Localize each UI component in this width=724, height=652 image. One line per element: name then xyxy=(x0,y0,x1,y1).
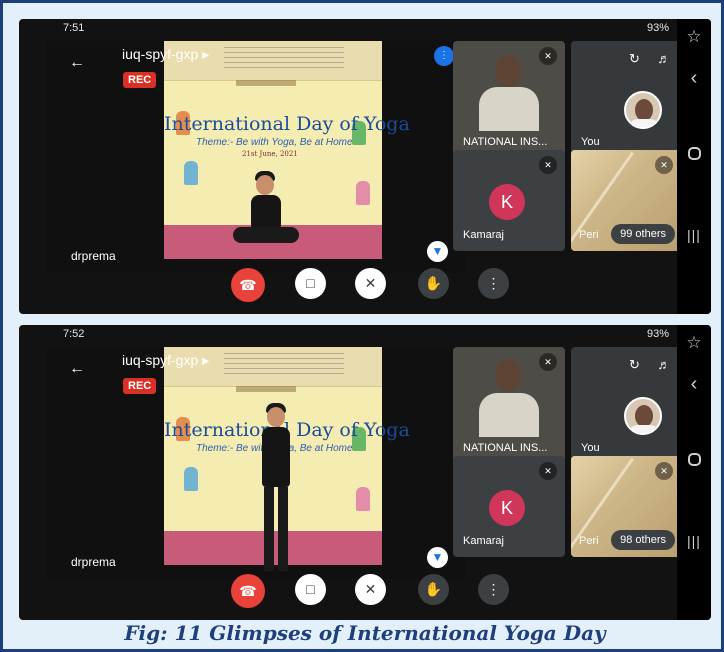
participant-tile-others[interactable]: ✕ Peri 98 others xyxy=(571,456,681,557)
call-controls: ☎ □ ✕ ✋ ⋮ xyxy=(19,568,677,620)
self-controls: ↻ ♬ xyxy=(629,357,671,373)
status-time: 7:51 xyxy=(63,22,85,34)
avatar: K xyxy=(489,184,525,220)
yoga-figure xyxy=(356,487,370,511)
nav-home-icon[interactable] xyxy=(677,453,711,470)
participant-name: You xyxy=(581,442,600,454)
mic-off-icon: ✕ xyxy=(655,462,673,480)
main-video-tile[interactable]: International Day of Yoga Theme:- Be wit… xyxy=(46,41,466,273)
avatar xyxy=(624,91,662,129)
yoga-figure xyxy=(184,161,198,185)
speaking-indicator-icon: ⋮ xyxy=(434,46,454,66)
participant-tile-kamaraj[interactable]: ✕ K Kamaraj xyxy=(453,150,565,251)
hand-icon[interactable]: ✋ xyxy=(418,268,449,299)
yoga-figure xyxy=(356,181,370,205)
volume-icon[interactable]: ♬ xyxy=(658,51,671,66)
pin-icon[interactable]: ▼ xyxy=(427,547,448,568)
nav-recents-icon[interactable]: ||| xyxy=(677,533,711,549)
volume-icon[interactable]: ♬ xyxy=(658,357,671,372)
others-count-badge[interactable]: 98 others xyxy=(611,530,675,550)
meet-screenshot-2: 7:52 93% International Day of Yoga Theme… xyxy=(19,325,711,620)
switch-camera-icon[interactable]: ↻ xyxy=(629,357,640,373)
more-vert-icon[interactable]: ⋮ xyxy=(478,268,509,299)
mic-off-icon: ✕ xyxy=(539,353,557,371)
accessibility-icon[interactable]: ☆ xyxy=(677,27,711,47)
camera-off-icon[interactable]: □ xyxy=(295,268,326,299)
figure-frame: 7:51 93% International Day of Yoga Theme… xyxy=(0,0,724,652)
yoga-figure xyxy=(184,467,198,491)
call-controls: ☎ □ ✕ ✋ ⋮ xyxy=(19,262,677,314)
banner-theme: Theme:- Be with Yoga, Be at Home xyxy=(196,137,353,148)
rec-badge: REC xyxy=(123,72,157,88)
presenter-person xyxy=(231,171,301,256)
nav-back-icon[interactable]: ‹ xyxy=(677,67,711,90)
avatar: K xyxy=(489,490,525,526)
phone-hangup-icon[interactable]: ☎ xyxy=(231,268,265,302)
android-nav-bar: ☆ ‹ ||| xyxy=(677,19,711,314)
back-arrow-icon[interactable]: ← xyxy=(69,360,85,378)
main-video-tile[interactable]: International Day of Yoga Theme:- Be wit… xyxy=(46,347,466,579)
meeting-id[interactable]: iuq-spyf-gxp ▸ xyxy=(122,46,209,63)
phone-hangup-icon[interactable]: ☎ xyxy=(231,574,265,608)
battery-level: 93% xyxy=(646,328,669,340)
self-controls: ↻ ♬ xyxy=(629,51,671,67)
mic-off-icon: ✕ xyxy=(539,462,557,480)
mic-off-icon: ✕ xyxy=(655,156,673,174)
nav-recents-icon[interactable]: ||| xyxy=(677,227,711,243)
participant-tile-you[interactable]: ↻ ♬ You xyxy=(571,347,681,464)
others-count-badge[interactable]: 99 others xyxy=(611,224,675,244)
android-nav-bar: ☆ ‹ ||| xyxy=(677,325,711,620)
mic-off-icon[interactable]: ✕ xyxy=(355,268,386,299)
battery-level: 93% xyxy=(646,22,669,34)
participant-name: You xyxy=(581,136,600,148)
mic-off-icon: ✕ xyxy=(539,156,557,174)
pin-icon[interactable]: ▼ xyxy=(427,241,448,262)
participant-name: NATIONAL INS... xyxy=(463,136,548,148)
participant-tile-you[interactable]: ↻ ♬ You xyxy=(571,41,681,158)
more-vert-icon[interactable]: ⋮ xyxy=(478,574,509,605)
main-participant-name: drprema xyxy=(71,249,116,263)
mic-off-icon[interactable]: ✕ xyxy=(355,574,386,605)
participant-name: Kamaraj xyxy=(463,535,504,547)
avatar xyxy=(624,397,662,435)
participant-video xyxy=(479,355,539,437)
banner-date: 21st June, 2021 xyxy=(242,150,298,158)
banner-title: International Day of Yoga xyxy=(164,113,410,135)
switch-camera-icon[interactable]: ↻ xyxy=(629,51,640,67)
participant-name: Kamaraj xyxy=(463,229,504,241)
figure-caption: Fig: 11 Glimpses of International Yoga D… xyxy=(124,621,606,645)
main-participant-name: drprema xyxy=(71,555,116,569)
accessibility-icon[interactable]: ☆ xyxy=(677,333,711,353)
nav-back-icon[interactable]: ‹ xyxy=(677,373,711,396)
presenter-person xyxy=(254,403,298,579)
status-time: 7:52 xyxy=(63,328,85,340)
meeting-id[interactable]: iuq-spyf-gxp ▸ xyxy=(122,352,209,369)
participant-name: Peri xyxy=(579,535,599,547)
participant-tile-national[interactable]: ✕ NATIONAL INS... xyxy=(453,41,565,158)
hand-icon[interactable]: ✋ xyxy=(418,574,449,605)
participant-tile-kamaraj[interactable]: ✕ K Kamaraj xyxy=(453,456,565,557)
meet-screenshot-1: 7:51 93% International Day of Yoga Theme… xyxy=(19,19,711,314)
rec-badge: REC xyxy=(123,378,157,394)
back-arrow-icon[interactable]: ← xyxy=(69,54,85,72)
participant-tile-others[interactable]: ✕ Peri 99 others xyxy=(571,150,681,251)
camera-off-icon[interactable]: □ xyxy=(295,574,326,605)
mic-off-icon: ✕ xyxy=(539,47,557,65)
participant-tile-national[interactable]: ✕ NATIONAL INS... xyxy=(453,347,565,464)
participant-video xyxy=(479,49,539,131)
participant-name: Peri xyxy=(579,229,599,241)
status-bar: 7:51 93% xyxy=(19,19,677,37)
participant-name: NATIONAL INS... xyxy=(463,442,548,454)
nav-home-icon[interactable] xyxy=(677,147,711,164)
status-bar: 7:52 93% xyxy=(19,325,677,343)
